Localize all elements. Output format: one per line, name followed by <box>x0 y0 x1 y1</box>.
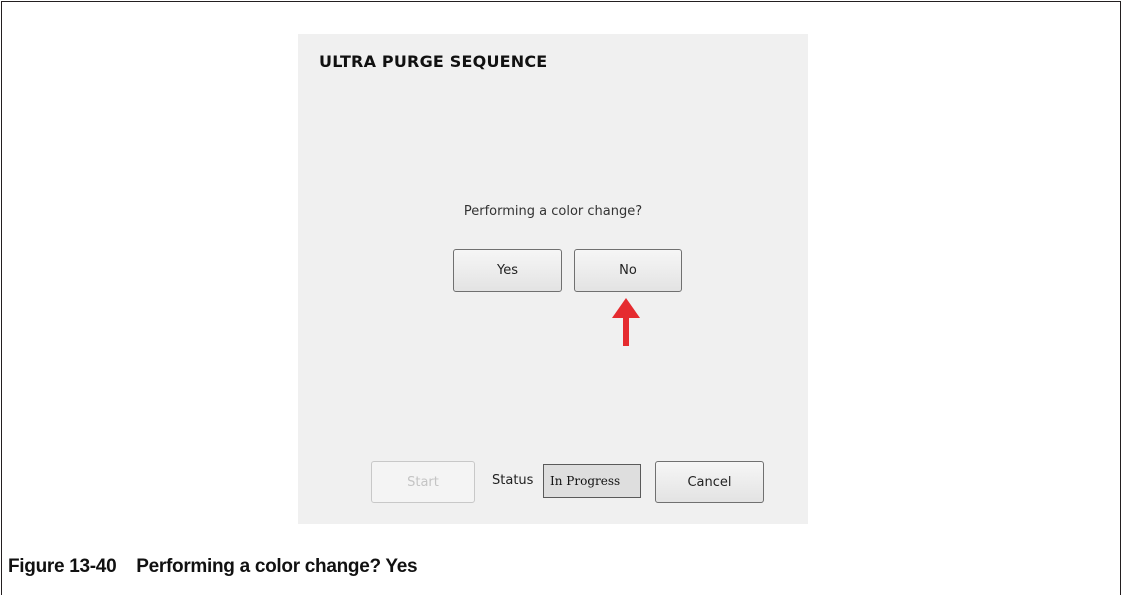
color-change-question: Performing a color change? <box>463 204 643 219</box>
figure-caption: Figure 13-40 Performing a color change? … <box>8 556 418 578</box>
figure-number: Figure 13-40 <box>8 556 117 577</box>
status-label: Status <box>492 473 534 488</box>
red-arrow-icon <box>612 298 640 346</box>
no-button[interactable]: No <box>574 249 682 292</box>
status-value: In Progress <box>543 464 641 498</box>
figure-title: Performing a color change? Yes <box>136 556 418 577</box>
ultra-purge-dialog: ULTRA PURGE SEQUENCE Performing a color … <box>298 34 808 524</box>
start-button[interactable]: Start <box>371 461 475 503</box>
cancel-button[interactable]: Cancel <box>655 461 764 503</box>
yes-button[interactable]: Yes <box>453 249 562 292</box>
dialog-title: ULTRA PURGE SEQUENCE <box>319 52 548 71</box>
